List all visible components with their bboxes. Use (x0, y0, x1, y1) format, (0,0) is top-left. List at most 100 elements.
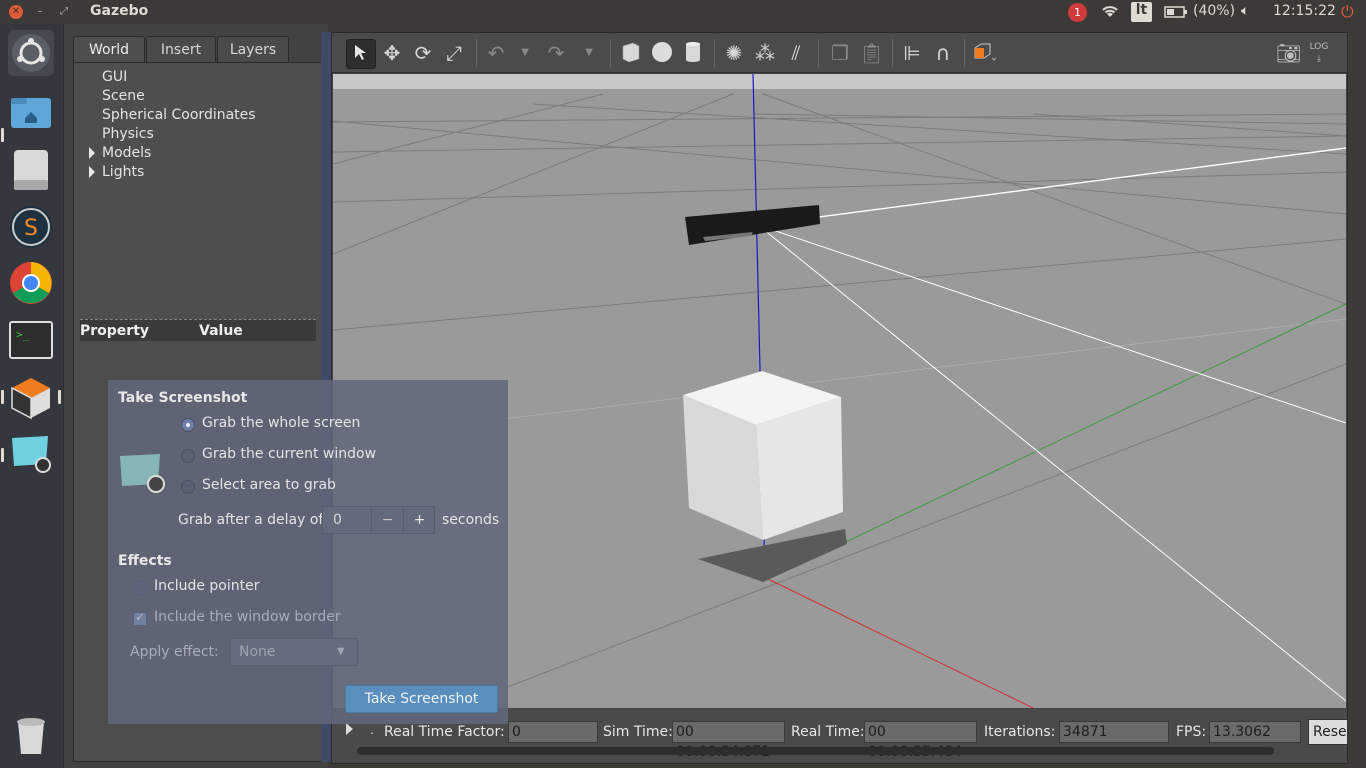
apply-effect-select[interactable]: None ▼ (230, 638, 358, 666)
volume-icon[interactable]: 🔈︎ (1241, 3, 1249, 19)
sphere-icon[interactable] (650, 41, 674, 65)
redo-history-icon[interactable]: ▼ (577, 41, 601, 65)
box-icon[interactable] (619, 41, 643, 65)
tree-item-spherical-coordinates[interactable]: Spherical Coordinates (102, 107, 256, 123)
wifi-icon[interactable] (1100, 3, 1120, 23)
svg-text:S: S (24, 216, 38, 241)
sim-time-label: Sim Time: (603, 724, 673, 740)
view-angle-icon[interactable] (972, 41, 997, 65)
undo-icon[interactable]: ↶ (484, 41, 508, 65)
disk-drive-icon[interactable] (8, 146, 54, 192)
include-pointer-checkbox[interactable] (133, 581, 147, 595)
delay-value: 0 (333, 512, 342, 528)
grab-current-window-label[interactable]: Grab the current window (202, 446, 376, 462)
reset-label: Reset (1313, 724, 1347, 740)
real-time-value: 00 00:00:35.484 (864, 721, 977, 760)
window-edge (1348, 32, 1366, 768)
power-icon[interactable]: ⏻ (1341, 2, 1354, 22)
keyboard-layout-label: lt (1135, 2, 1148, 18)
fps-value: 13.3062 (1209, 721, 1301, 743)
ubuntu-dash-icon[interactable] (8, 30, 54, 76)
directional-light-icon[interactable]: ⫽ (784, 41, 808, 65)
include-border-label[interactable]: Include the window border (154, 609, 341, 625)
select-area-radio[interactable] (181, 480, 195, 494)
undo-history-icon[interactable]: ▼ (513, 41, 537, 65)
launcher: S >_ (0, 24, 64, 768)
sim-time-value: 00 00:00:34.871 (672, 721, 785, 760)
tree-item-gui[interactable]: GUI (102, 69, 127, 85)
apply-effect-value: None (239, 644, 276, 660)
expand-models-icon[interactable] (89, 147, 95, 159)
battery-icon[interactable] (1164, 6, 1188, 22)
iterations-label: Iterations: (984, 724, 1056, 740)
chevron-down-icon: ▼ (337, 646, 345, 657)
grab-whole-screen-radio[interactable] (181, 418, 195, 432)
tab-insert[interactable]: Insert (146, 36, 216, 63)
real-time-factor-value: 0 (508, 721, 598, 743)
tree-item-physics[interactable]: Physics (102, 126, 154, 142)
real-time-factor-label: Real Time Factor: (384, 724, 505, 740)
property-table-header: Property Value (80, 319, 316, 341)
select-arrow-icon[interactable] (346, 39, 376, 69)
tab-layers[interactable]: Layers (217, 36, 289, 63)
step-icon[interactable]: . (370, 723, 374, 737)
value-column-header: Value (199, 323, 243, 339)
rotate-icon[interactable]: ⟳ (411, 41, 435, 65)
tree-item-scene[interactable]: Scene (102, 88, 145, 104)
svg-text:>_: >_ (16, 328, 30, 341)
restore-window-button[interactable]: ⤢ (57, 5, 71, 19)
grab-current-window-radio[interactable] (181, 449, 195, 463)
redo-icon[interactable]: ↷ (544, 41, 568, 65)
clock[interactable]: 12:15:22 (1273, 3, 1336, 19)
copy-icon[interactable]: ❐ (828, 41, 852, 65)
terminal-icon[interactable]: >_ (8, 318, 54, 364)
take-screenshot-button[interactable]: Take Screenshot (345, 685, 498, 713)
screenshot-icon[interactable]: 📷︎ (1276, 41, 1301, 65)
align-icon[interactable]: ⊫ (900, 41, 924, 65)
cylinder-icon[interactable] (681, 41, 705, 65)
property-column-header: Property (80, 323, 150, 339)
fps-label: FPS: (1176, 724, 1207, 740)
spot-light-icon[interactable]: ⁂ (753, 41, 777, 65)
screenshot-app-icon[interactable] (8, 430, 54, 476)
chrome-icon[interactable] (8, 260, 54, 306)
keyboard-layout-indicator[interactable]: lt (1131, 2, 1152, 22)
effects-heading: Effects (118, 553, 172, 569)
take-screenshot-heading: Take Screenshot (118, 390, 248, 406)
paste-icon[interactable]: 📋︎ (859, 41, 884, 65)
iterations-value: 34871 (1059, 721, 1169, 743)
delay-input[interactable]: 0 − + (322, 506, 435, 534)
translate-icon[interactable]: ✥ (380, 41, 404, 65)
reset-time-button[interactable]: Reset (1308, 719, 1348, 745)
real-time-label: Real Time: (791, 724, 865, 740)
select-area-label[interactable]: Select area to grab (202, 477, 336, 493)
scale-icon[interactable]: ⤢ (442, 41, 466, 65)
sublime-text-icon[interactable]: S (8, 204, 54, 250)
close-window-button[interactable]: ✕ (9, 5, 23, 19)
window-title: Gazebo (90, 3, 149, 19)
snap-icon[interactable]: ∩ (931, 41, 955, 65)
delay-increment-button[interactable]: + (403, 507, 435, 533)
play-icon[interactable] (346, 723, 353, 735)
tree-item-models[interactable]: Models (102, 145, 151, 161)
include-pointer-label[interactable]: Include pointer (154, 578, 260, 594)
horizontal-scrollbar[interactable] (357, 747, 1274, 755)
top-panel: ✕ – ⤢ Gazebo 1 lt (40%) 🔈︎ 12:15:22 ⏻ (0, 0, 1366, 24)
log-icon[interactable]: LOG ⤓ (1307, 41, 1331, 65)
grab-whole-screen-label[interactable]: Grab the whole screen (202, 415, 360, 431)
tree-item-lights[interactable]: Lights (102, 164, 144, 180)
expand-lights-icon[interactable] (89, 166, 95, 178)
minimize-window-button[interactable]: – (33, 5, 47, 19)
notification-count: 1 (1074, 6, 1081, 19)
trash-icon[interactable] (8, 712, 54, 758)
include-border-checkbox[interactable] (133, 610, 147, 626)
apply-effect-label: Apply effect: (130, 644, 219, 660)
point-light-icon[interactable]: ✺ (722, 41, 746, 65)
battery-percentage: (40%) (1193, 3, 1236, 19)
tab-world[interactable]: World (73, 36, 145, 64)
gazebo-icon[interactable] (8, 374, 54, 420)
notification-icon[interactable]: 1 (1068, 3, 1087, 22)
delay-decrement-button[interactable]: − (371, 507, 403, 533)
files-icon[interactable] (8, 90, 54, 136)
screenshot-dialog-icon (118, 452, 166, 500)
